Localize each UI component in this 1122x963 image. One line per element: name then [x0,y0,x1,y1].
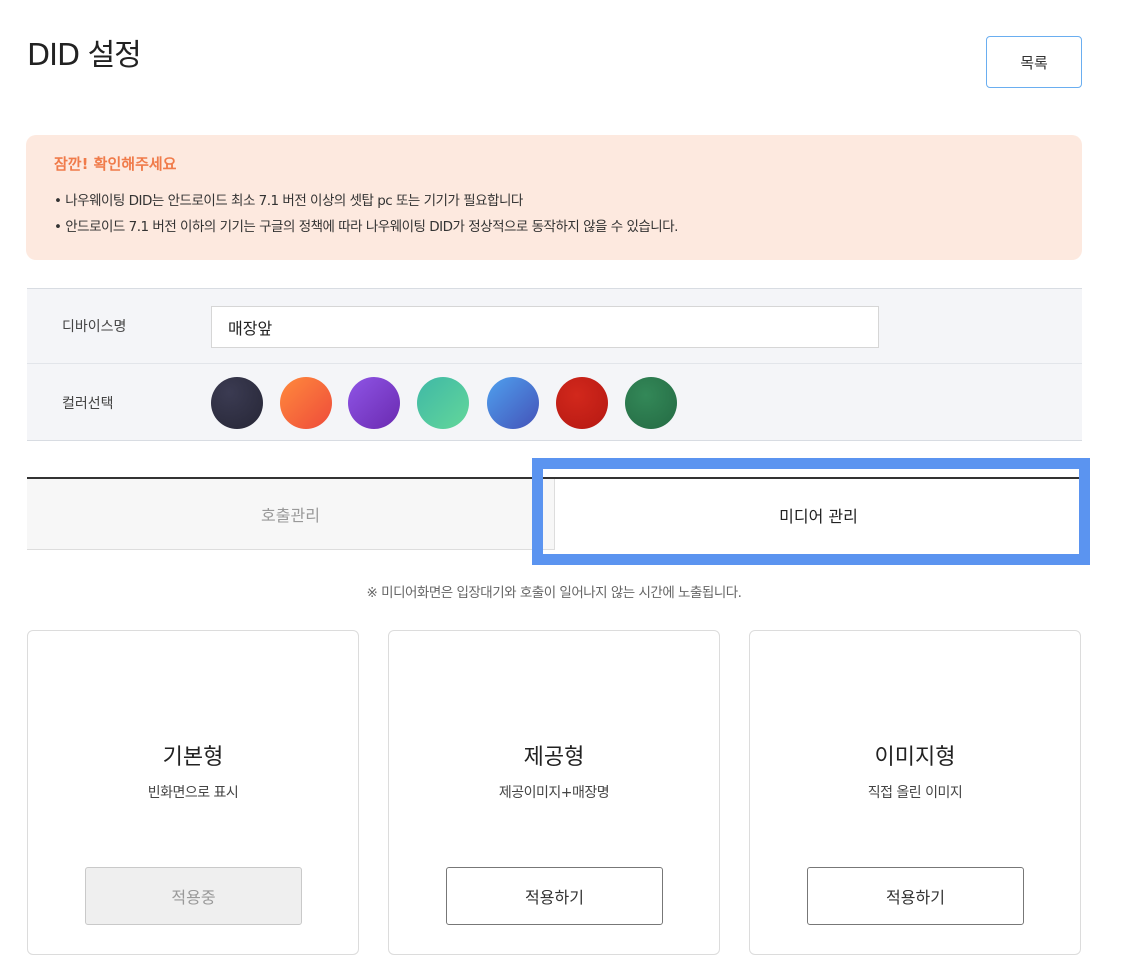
device-name-input[interactable] [211,306,879,348]
media-card-basic: 기본형 빈화면으로 표시 적용중 [27,630,359,955]
media-note: ※ 미디어화면은 입장대기와 호출이 일어나지 않는 시간에 노출됩니다. [366,585,742,601]
settings-panel: 디바이스명 컬러선택 [27,288,1082,441]
tab-bar: 호출관리 미디어 관리 [27,477,1082,550]
notice-line: • 안드로이드 7.1 버전 이하의 기기는 구글의 정책에 따라 나우웨이팅 … [54,219,678,235]
notice-title: 잠깐! 확인해주세요 [54,155,177,173]
notice-line: • 나우웨이팅 DID는 안드로이드 최소 7.1 버전 이상의 셋탑 pc 또… [54,193,523,209]
color-option-navy[interactable] [211,377,263,429]
card-title: 이미지형 [874,745,956,770]
color-option-orange[interactable] [280,377,332,429]
tab-media-management[interactable]: 미디어 관리 [555,479,1082,550]
card-desc: 직접 올린 이미지 [867,785,963,801]
card-desc: 빈화면으로 표시 [147,785,239,801]
device-name-row: 디바이스명 [27,289,1082,364]
card-desc: 제공이미지+매장명 [498,785,610,801]
media-card-provided: 제공형 제공이미지+매장명 적용하기 [388,630,720,955]
apply-button-provided[interactable]: 적용하기 [446,867,663,925]
color-option-purple[interactable] [348,377,400,429]
color-option-green[interactable] [625,377,677,429]
color-label: 컬러선택 [62,395,114,412]
notice-box: 잠깐! 확인해주세요 • 나우웨이팅 DID는 안드로이드 최소 7.1 버전 … [26,135,1082,260]
color-option-red[interactable] [556,377,608,429]
apply-button-image[interactable]: 적용하기 [807,867,1024,925]
media-card-image: 이미지형 직접 올린 이미지 적용하기 [749,630,1081,955]
color-row: 컬러선택 [27,364,1082,441]
tab-call-management[interactable]: 호출관리 [27,479,555,550]
color-option-blue[interactable] [487,377,539,429]
card-title: 제공형 [523,745,585,770]
card-title: 기본형 [162,745,224,770]
page-title: DID 설정 [27,38,142,73]
apply-button-basic[interactable]: 적용중 [85,867,302,925]
device-name-label: 디바이스명 [62,319,127,335]
list-button[interactable]: 목록 [986,36,1082,88]
color-option-mint[interactable] [417,377,469,429]
